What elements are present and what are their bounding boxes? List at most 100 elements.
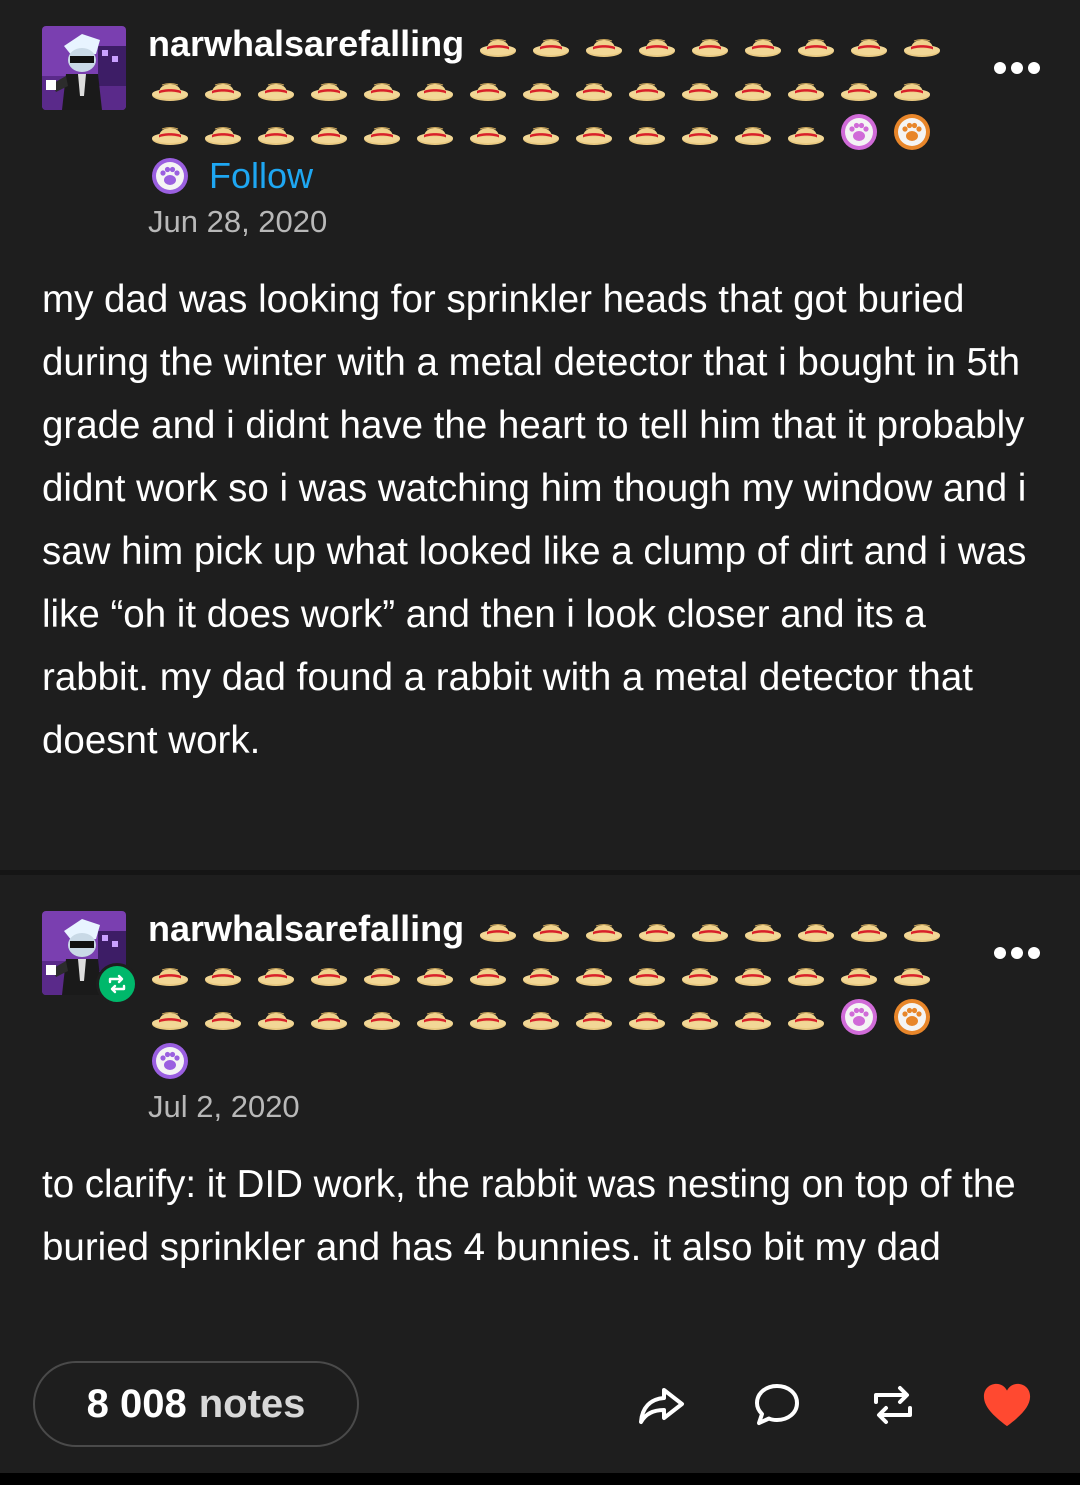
follow-button[interactable]: Follow [209, 154, 313, 198]
straw-hat-emoji-icon [900, 22, 943, 66]
original-post: narwhalsarefalling Follow Jun 28, 2020 m… [0, 0, 1080, 870]
straw-hat-emoji-icon [254, 110, 297, 154]
straw-hat-emoji-icon [784, 995, 827, 1039]
post-body: my dad was looking for sprinkler heads t… [42, 278, 1027, 762]
straw-hat-emoji-icon [572, 951, 615, 995]
straw-hat-emoji-icon [582, 907, 625, 951]
reblog-icon[interactable] [868, 1380, 918, 1430]
straw-hat-emoji-icon [625, 995, 668, 1039]
like-heart-icon[interactable] [982, 1380, 1032, 1430]
straw-hat-emoji-icon [201, 995, 244, 1039]
straw-hat-emoji-icon [413, 995, 456, 1039]
paw-badge-pink-icon [837, 110, 880, 154]
straw-hat-emoji-icon [519, 995, 562, 1039]
straw-hat-emoji-icon [625, 951, 668, 995]
straw-hat-emoji-icon [413, 951, 456, 995]
paw-badge-orange-icon [890, 110, 933, 154]
more-options-icon[interactable] [994, 943, 1040, 963]
straw-hat-emoji-icon [254, 66, 297, 110]
straw-hat-emoji-icon [201, 66, 244, 110]
straw-hat-emoji-icon [731, 66, 774, 110]
straw-hat-emoji-icon [476, 22, 519, 66]
straw-hat-emoji-icon [476, 907, 519, 951]
straw-hat-emoji-icon [519, 110, 562, 154]
straw-hat-emoji-icon [582, 22, 625, 66]
straw-hat-emoji-icon [794, 22, 837, 66]
straw-hat-emoji-icon [741, 22, 784, 66]
paw-badge-purple-icon [148, 154, 191, 198]
post-date: Jun 28, 2020 [148, 204, 328, 239]
straw-hat-emoji-icon [466, 66, 509, 110]
reblog-glyph [874, 1386, 912, 1424]
post-header: narwhalsarefalling Jul 2, 2020 [148, 907, 968, 1127]
straw-hat-emoji-icon [572, 110, 615, 154]
straw-hat-emoji-icon [784, 951, 827, 995]
straw-hat-emoji-icon [519, 66, 562, 110]
straw-hat-emoji-icon [890, 951, 933, 995]
straw-hat-emoji-icon [784, 110, 827, 154]
straw-hat-emoji-icon [625, 110, 668, 154]
straw-hat-emoji-icon [529, 22, 572, 66]
straw-hat-emoji-icon [731, 995, 774, 1039]
notes-button[interactable]: 8 008 notes [33, 1361, 359, 1447]
straw-hat-emoji-icon [254, 995, 297, 1039]
avatar[interactable] [42, 26, 126, 110]
dot [1011, 947, 1023, 959]
straw-hat-emoji-icon [678, 951, 721, 995]
straw-hat-emoji-icon [307, 951, 350, 995]
dot [1011, 62, 1023, 74]
straw-hat-emoji-icon [784, 66, 827, 110]
straw-hat-emoji-icon [307, 66, 350, 110]
dot [1028, 947, 1040, 959]
reply-icon[interactable] [752, 1380, 802, 1430]
straw-hat-emoji-icon [572, 66, 615, 110]
straw-hat-emoji-icon [741, 907, 784, 951]
username[interactable]: narwhalsarefalling [148, 907, 464, 951]
straw-hat-emoji-icon [688, 22, 731, 66]
share-icon[interactable] [636, 1380, 686, 1430]
straw-hat-emoji-icon [519, 951, 562, 995]
more-options-icon[interactable] [994, 58, 1040, 78]
straw-hat-emoji-icon [635, 22, 678, 66]
straw-hat-emoji-icon [413, 66, 456, 110]
post-header: narwhalsarefalling Follow Jun 28, 2020 [148, 22, 968, 242]
straw-hat-emoji-icon [529, 907, 572, 951]
paw-badge-purple-icon [148, 1039, 191, 1083]
straw-hat-emoji-icon [148, 110, 191, 154]
straw-hat-emoji-icon [360, 110, 403, 154]
straw-hat-emoji-icon [307, 995, 350, 1039]
straw-hat-emoji-icon [731, 951, 774, 995]
reblog-badge-icon [96, 963, 138, 1005]
straw-hat-emoji-icon [678, 995, 721, 1039]
straw-hat-emoji-icon [360, 66, 403, 110]
dot [1028, 62, 1040, 74]
straw-hat-emoji-icon [201, 951, 244, 995]
share-glyph [639, 1388, 684, 1424]
post-date: Jul 2, 2020 [148, 1089, 300, 1124]
paw-badge-pink-icon [837, 995, 880, 1039]
reply-glyph [755, 1384, 799, 1425]
straw-hat-emoji-icon [678, 66, 721, 110]
straw-hat-emoji-icon [201, 110, 244, 154]
straw-hat-emoji-icon [847, 907, 890, 951]
straw-hat-emoji-icon [890, 66, 933, 110]
straw-hat-emoji-icon [837, 951, 880, 995]
username[interactable]: narwhalsarefalling [148, 22, 464, 66]
straw-hat-emoji-icon [837, 66, 880, 110]
name-row: narwhalsarefalling Follow [148, 22, 968, 198]
avatar-image [42, 26, 126, 110]
straw-hat-emoji-icon [466, 110, 509, 154]
dot [994, 947, 1006, 959]
straw-hat-emoji-icon [148, 66, 191, 110]
straw-hat-emoji-icon [794, 907, 837, 951]
straw-hat-emoji-icon [307, 110, 350, 154]
straw-hat-emoji-icon [413, 110, 456, 154]
heart-glyph [983, 1383, 1031, 1427]
straw-hat-emoji-icon [635, 907, 678, 951]
straw-hat-emoji-icon [625, 66, 668, 110]
straw-hat-emoji-icon [678, 110, 721, 154]
straw-hat-emoji-icon [148, 951, 191, 995]
dot [994, 62, 1006, 74]
straw-hat-emoji-icon [731, 110, 774, 154]
post-body: to clarify: it DID work, the rabbit was … [42, 1163, 1016, 1269]
